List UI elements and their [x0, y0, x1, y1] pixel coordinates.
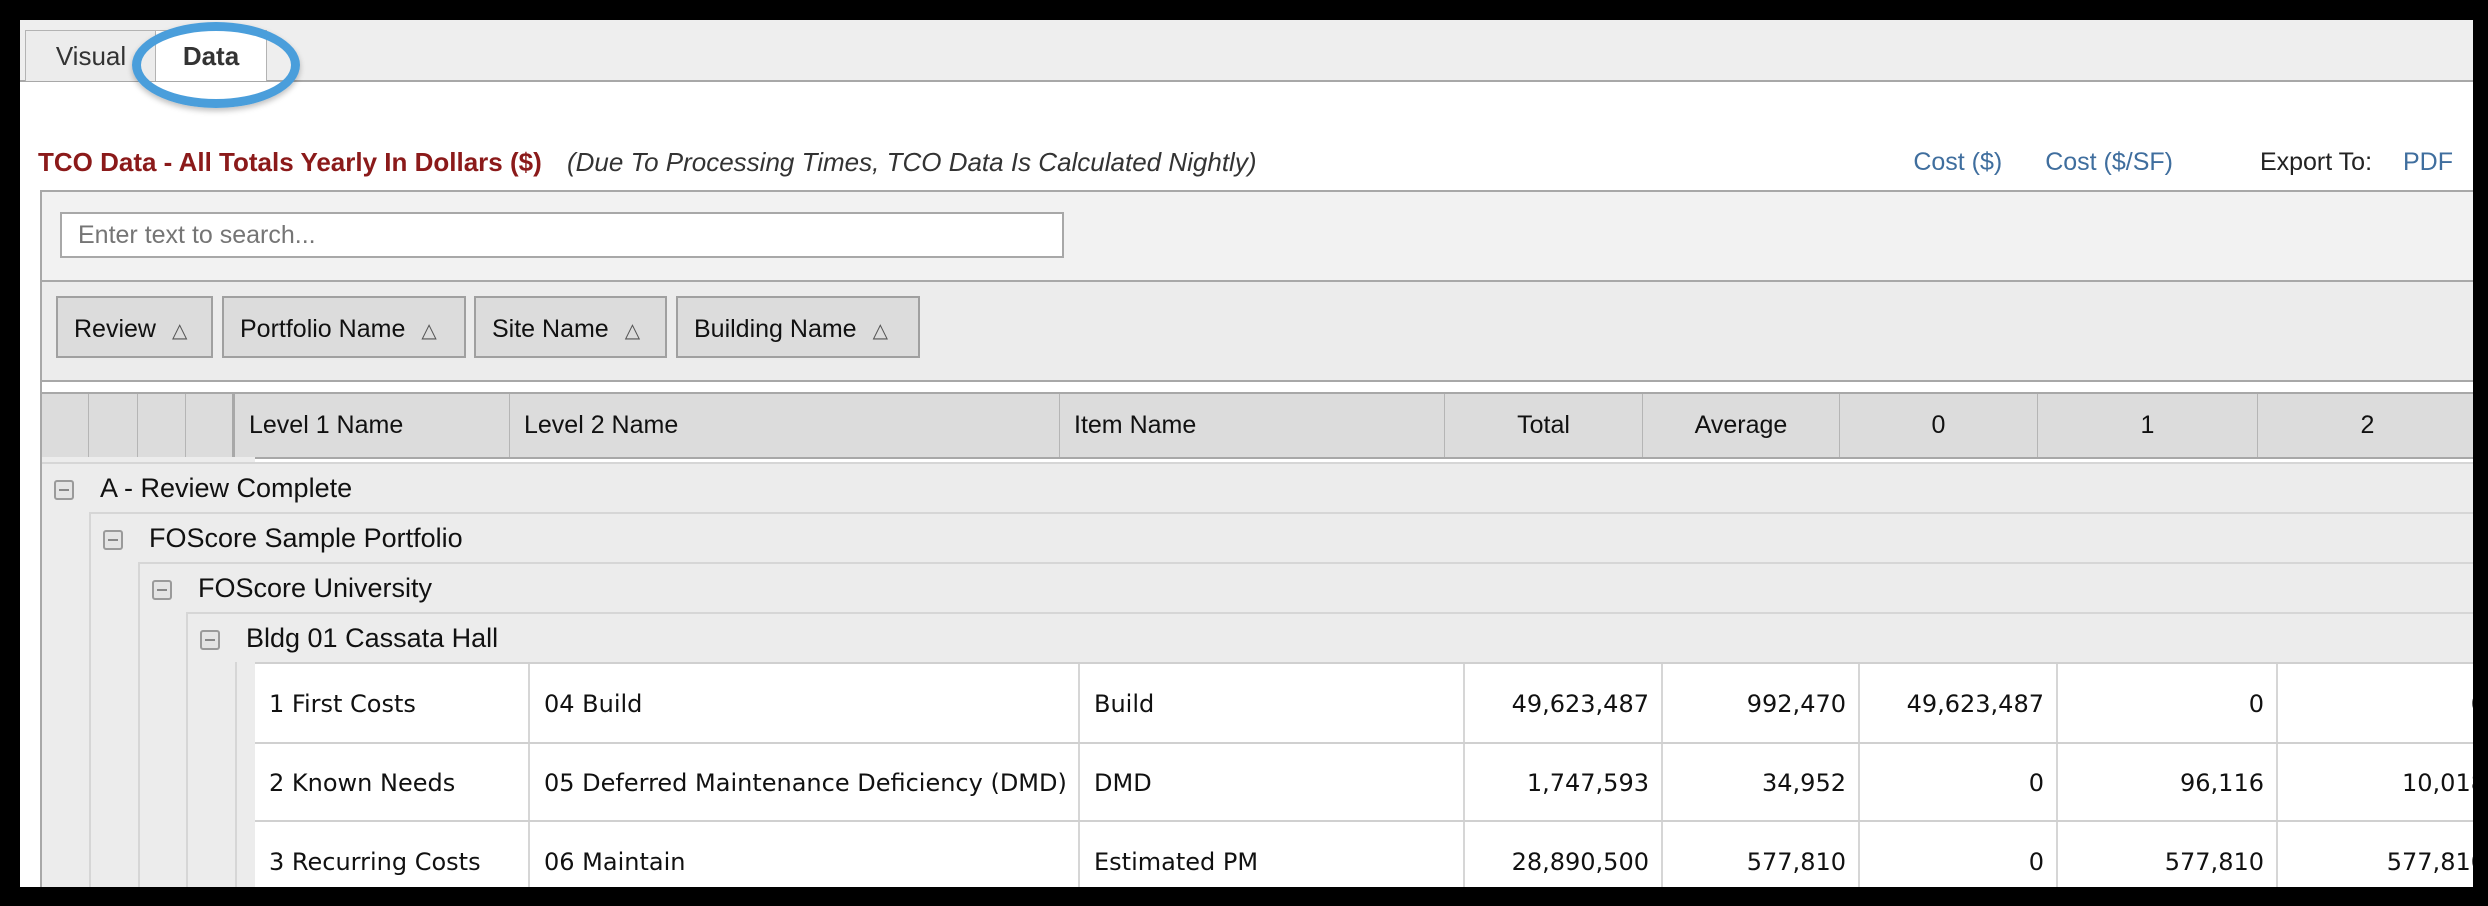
- cell-level1: 2 Known Needs: [255, 744, 530, 822]
- column-header-year-0[interactable]: 0: [1840, 394, 2038, 457]
- cell-year-1: 0: [2058, 664, 2278, 744]
- table-row[interactable]: 3 Recurring Costs 06 Maintain Estimated …: [255, 820, 2473, 887]
- collapse-icon[interactable]: [103, 530, 123, 550]
- cell-year-0: 49,623,487: [1860, 664, 2058, 744]
- search-panel: [42, 192, 2473, 282]
- export-pdf-link[interactable]: PDF: [2403, 148, 2453, 176]
- column-header-level2[interactable]: Level 2 Name: [510, 394, 1060, 457]
- column-header-year-1[interactable]: 1: [2038, 394, 2258, 457]
- cell-year-0: 0: [1860, 822, 2058, 887]
- tab-visual[interactable]: Visual: [25, 30, 157, 81]
- cell-year-2: 10,018: [2402, 769, 2473, 797]
- indent-line: [186, 614, 188, 887]
- group-label: A - Review Complete: [100, 473, 353, 503]
- collapse-icon[interactable]: [54, 480, 74, 500]
- tab-strip: Visual Data: [20, 20, 2473, 82]
- title-row: TCO Data - All Totals Yearly In Dollars …: [38, 142, 2473, 182]
- group-chip-building-name[interactable]: Building Name △: [676, 296, 920, 358]
- sort-ascending-icon: △: [872, 320, 888, 342]
- cell-total: 49,623,487: [1465, 664, 1663, 744]
- collapse-icon[interactable]: [200, 630, 220, 650]
- indent-header: [186, 394, 235, 457]
- cell-item: Estimated PM: [1080, 822, 1465, 887]
- tco-data-grid: Review △ Portfolio Name △ Site Name △ Build…: [40, 190, 2473, 887]
- sort-ascending-icon: △: [171, 320, 188, 342]
- column-header-level1[interactable]: Level 1 Name: [235, 394, 510, 457]
- cell-year-0: 0: [1860, 744, 2058, 822]
- cell-item: Build: [1080, 664, 1465, 744]
- sort-ascending-icon: △: [421, 320, 437, 342]
- cell-item: DMD: [1080, 744, 1465, 822]
- indent-line: [138, 564, 140, 887]
- indent-header: [89, 394, 138, 457]
- group-row-review: A - Review Complete: [42, 462, 2473, 514]
- page-title: TCO Data - All Totals Yearly In Dollars …: [38, 147, 542, 177]
- tab-data[interactable]: Data: [155, 30, 267, 81]
- cell-average: 577,810: [1663, 822, 1860, 887]
- group-row-portfolio: FOScore Sample Portfolio: [89, 512, 2473, 564]
- group-chip-review[interactable]: Review △: [56, 296, 213, 358]
- search-input[interactable]: [60, 212, 1064, 258]
- indent-header: [42, 394, 89, 457]
- column-header-average[interactable]: Average: [1643, 394, 1840, 457]
- indent-line: [235, 662, 237, 887]
- group-row-building: Bldg 01 Cassata Hall: [186, 612, 2473, 664]
- group-chip-label: Review: [74, 315, 156, 343]
- group-chip-label: Building Name: [694, 315, 857, 343]
- column-header-row: Level 1 Name Level 2 Name Item Name Tota…: [42, 392, 2473, 459]
- group-row-site: FOScore University: [138, 562, 2473, 614]
- sort-ascending-icon: △: [624, 320, 641, 342]
- cell-year-1: 577,810: [2058, 822, 2278, 887]
- group-label: FOScore University: [198, 573, 433, 603]
- cell-total: 1,747,593: [1465, 744, 1663, 822]
- column-header-item[interactable]: Item Name: [1060, 394, 1445, 457]
- cell-total: 28,890,500: [1465, 822, 1663, 887]
- cell-level2: 06 Maintain: [530, 822, 1080, 887]
- table-row[interactable]: 1 First Costs 04 Build Build 49,623,487 …: [255, 662, 2473, 744]
- group-chip-label: Portfolio Name: [240, 315, 406, 343]
- cost-dollars-link[interactable]: Cost ($): [1913, 148, 2002, 176]
- indent-header: [138, 394, 186, 457]
- export-label: Export To:: [2259, 148, 2373, 176]
- table-row[interactable]: 2 Known Needs 05 Deferred Maintenance De…: [255, 742, 2473, 822]
- column-header-year-2[interactable]: 2: [2258, 394, 2473, 457]
- cell-average: 992,470: [1663, 664, 1860, 744]
- cell-level1: 1 First Costs: [255, 664, 530, 744]
- group-by-panel: Review △ Portfolio Name △ Site Name △ Build…: [42, 282, 2473, 382]
- view-links: Cost ($) Cost ($/SF) Export To: PDF: [1877, 142, 2453, 182]
- cell-level2: 04 Build: [530, 664, 1080, 744]
- group-label: Bldg 01 Cassata Hall: [246, 623, 499, 653]
- group-label: FOScore Sample Portfolio: [149, 523, 463, 553]
- cell-year-1: 96,116: [2058, 744, 2278, 822]
- cell-level2: 05 Deferred Maintenance Deficiency (DMD): [530, 744, 1080, 822]
- group-chip-label: Site Name: [492, 315, 609, 343]
- cost-per-sf-link[interactable]: Cost ($/SF): [2045, 148, 2173, 176]
- group-chip-site-name[interactable]: Site Name △: [474, 296, 667, 358]
- cell-average: 34,952: [1663, 744, 1860, 822]
- cell-year-2: 0: [2278, 664, 2473, 744]
- page-subtitle: (Due To Processing Times, TCO Data Is Ca…: [567, 147, 1257, 177]
- collapse-icon[interactable]: [152, 580, 172, 600]
- cell-level1: 3 Recurring Costs: [255, 822, 530, 887]
- cell-year-2: 577,810: [2386, 848, 2473, 876]
- app-window: Visual Data TCO Data - All Totals Yearly…: [20, 20, 2473, 887]
- indent-line: [89, 514, 91, 887]
- group-chip-portfolio-name[interactable]: Portfolio Name △: [222, 296, 466, 358]
- column-header-total[interactable]: Total: [1445, 394, 1643, 457]
